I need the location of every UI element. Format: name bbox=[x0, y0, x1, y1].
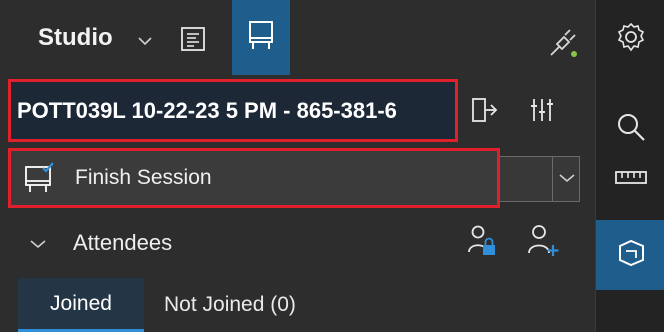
whiteboard-icon bbox=[247, 20, 275, 55]
lock-attendee-button[interactable] bbox=[462, 220, 502, 264]
mixer-icon bbox=[528, 96, 556, 129]
attendees-section-header[interactable]: Attendees bbox=[0, 218, 595, 268]
whiteboard-button[interactable] bbox=[232, 0, 290, 75]
lock-user-icon bbox=[467, 224, 497, 261]
add-attendee-button[interactable] bbox=[520, 220, 566, 264]
studio-header: Studio bbox=[0, 0, 595, 75]
tab-not-joined[interactable]: Not Joined (0) bbox=[164, 278, 296, 332]
shape-icon bbox=[616, 238, 646, 273]
notes-icon bbox=[180, 26, 206, 57]
session-name-box[interactable]: POTT039L 10-22-23 5 PM - 865-381-6 bbox=[8, 79, 458, 142]
tab-joined[interactable]: Joined bbox=[18, 278, 144, 332]
studio-title[interactable]: Studio bbox=[38, 24, 113, 52]
finish-session-option[interactable]: Finish Session bbox=[8, 148, 500, 208]
chevron-down-icon[interactable] bbox=[30, 236, 46, 254]
select-dropdown-button[interactable] bbox=[552, 157, 580, 201]
exit-session-button[interactable] bbox=[466, 94, 502, 130]
audio-mixer-button[interactable] bbox=[522, 94, 562, 130]
studio-panel: Studio POTT039L 10-22-23 5 PM - 865-381-… bbox=[0, 0, 595, 332]
chevron-down-icon[interactable] bbox=[138, 33, 152, 51]
settings-icon bbox=[615, 21, 647, 58]
chevron-down-icon bbox=[558, 170, 575, 188]
settings-button[interactable] bbox=[596, 4, 664, 74]
notes-button[interactable] bbox=[170, 18, 216, 64]
session-name: POTT039L 10-22-23 5 PM - 865-381-6 bbox=[17, 97, 397, 123]
attendees-label: Attendees bbox=[73, 230, 173, 255]
exit-icon bbox=[470, 96, 498, 129]
plug-disconnected-icon bbox=[547, 27, 579, 64]
attendee-tabs: Joined Not Joined (0) bbox=[0, 278, 595, 332]
ruler-icon bbox=[614, 169, 647, 190]
finish-session-icon bbox=[21, 160, 57, 196]
right-tool-rail bbox=[595, 0, 664, 332]
connection-button[interactable] bbox=[540, 22, 586, 68]
finish-session-label: Finish Session bbox=[75, 166, 212, 189]
search-icon bbox=[616, 112, 646, 147]
shape-tool-button[interactable] bbox=[596, 220, 664, 290]
add-user-icon bbox=[526, 223, 560, 262]
measure-button[interactable] bbox=[596, 144, 664, 214]
